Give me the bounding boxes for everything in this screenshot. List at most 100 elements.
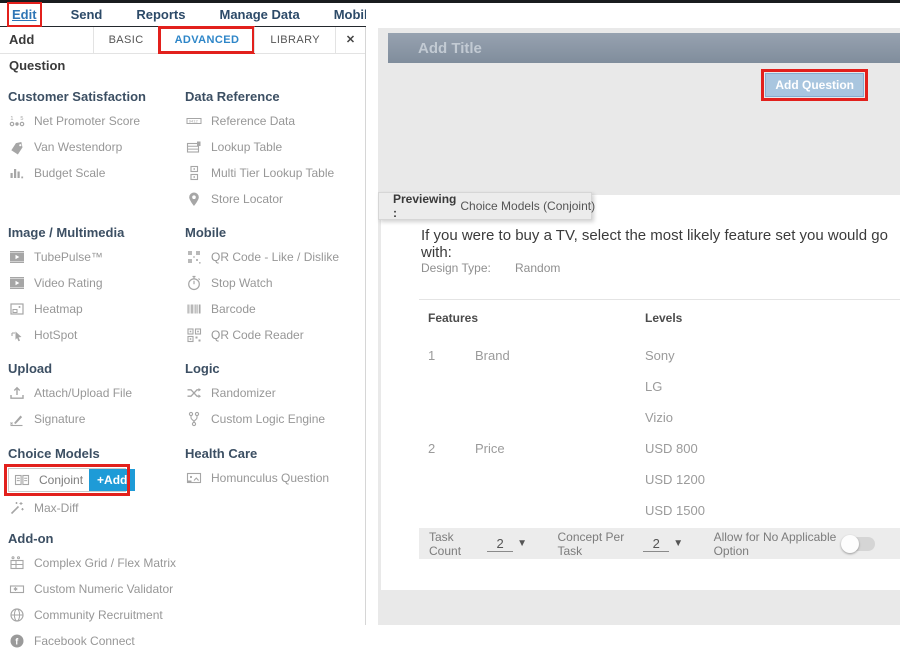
library-item-label: Lookup Table bbox=[211, 140, 282, 154]
library-item-label: Van Westendorp bbox=[34, 140, 122, 154]
level-value: LG bbox=[645, 379, 662, 394]
divider bbox=[419, 299, 900, 300]
qr-reader-icon bbox=[185, 327, 203, 343]
survey-canvas: Add Title Add Question Previewing : Choi… bbox=[378, 28, 900, 625]
facebook-icon: f bbox=[8, 633, 26, 649]
section-title-choice-models: Choice Models bbox=[8, 446, 180, 461]
library-item-custom-logic-engine[interactable]: Custom Logic Engine bbox=[185, 409, 363, 429]
library-item-label: Net Promoter Score bbox=[34, 114, 140, 128]
library-column-right: Data Reference9412Reference DataLookup T… bbox=[185, 54, 363, 625]
library-item-stop-watch[interactable]: Stop Watch bbox=[185, 273, 363, 293]
library-item-store-locator[interactable]: Store Locator bbox=[185, 189, 363, 209]
library-item-randomizer[interactable]: Randomizer bbox=[185, 383, 363, 403]
signature-icon bbox=[8, 411, 26, 427]
chevron-down-icon[interactable]: ▼ bbox=[673, 538, 683, 549]
section-data-reference: Data Reference9412Reference DataLookup T… bbox=[185, 89, 363, 215]
level-value: USD 800 bbox=[645, 441, 698, 456]
wand-icon bbox=[8, 500, 26, 516]
section-title-health-care: Health Care bbox=[185, 446, 363, 461]
concept-per-task-select[interactable]: 2 bbox=[643, 536, 669, 552]
section-title-mobile: Mobile bbox=[185, 225, 363, 240]
library-item-attach-upload-file[interactable]: Attach/Upload File bbox=[8, 383, 180, 403]
svg-text:9412: 9412 bbox=[189, 119, 199, 124]
library-item-signature[interactable]: Signature bbox=[8, 409, 180, 429]
feature-number: 2 bbox=[428, 441, 435, 456]
library-item-qr-code-reader[interactable]: QR Code Reader bbox=[185, 325, 363, 345]
library-item-barcode[interactable]: Barcode bbox=[185, 299, 363, 319]
library-item-net-promoter-score[interactable]: 1 5 Net Promoter Score bbox=[8, 111, 180, 131]
add-question-panel: Add Question BASIC ADVANCED LIBRARY ✕ Cu… bbox=[0, 27, 366, 625]
library-item-community-recruitment[interactable]: Community Recruitment bbox=[8, 605, 180, 625]
tab-library[interactable]: LIBRARY bbox=[254, 27, 335, 53]
library-item-custom-numeric-validator[interactable]: ✱Custom Numeric Validator bbox=[8, 579, 180, 599]
section-customer-satisfaction: Customer Satisfaction 1 5 Net Promoter Scor… bbox=[8, 89, 180, 189]
add-question-button[interactable]: Add Question bbox=[765, 73, 864, 97]
section-image-multimedia: Image / MultimediaTubePulse™Video Rating… bbox=[8, 225, 180, 351]
section-title-add-on: Add-on bbox=[8, 531, 180, 546]
tab-advanced[interactable]: ADVANCED bbox=[159, 27, 255, 53]
close-icon[interactable]: ✕ bbox=[335, 27, 365, 53]
library-item-hotspot[interactable]: HotSpot bbox=[8, 325, 180, 345]
nav-item-send[interactable]: Send bbox=[71, 7, 103, 22]
multi-tier-icon bbox=[185, 165, 203, 181]
library-item-homunculus-question[interactable]: Homunculus Question bbox=[185, 468, 363, 488]
nav-item-reports[interactable]: Reports bbox=[136, 7, 185, 22]
svg-text:1: 1 bbox=[10, 116, 13, 122]
numeric-icon: ✱ bbox=[8, 581, 26, 597]
library-item-label: QR Code Reader bbox=[211, 328, 304, 342]
question-preview-panel: If you were to buy a TV, select the most… bbox=[381, 195, 900, 590]
library-item-label: Randomizer bbox=[211, 386, 276, 400]
library-item-qr-code-like-dislike[interactable]: QR Code - Like / Dislike bbox=[185, 247, 363, 267]
library-item-label: Stop Watch bbox=[211, 276, 273, 290]
tab-basic[interactable]: BASIC bbox=[93, 27, 159, 53]
add-conjoint-button[interactable]: +Add bbox=[89, 469, 135, 491]
levels-column-header: Levels bbox=[645, 311, 682, 325]
section-add-on: Add-on Complex Grid / Flex Matrix ✱Custom … bbox=[8, 531, 180, 657]
previewing-value: Choice Models (Conjoint) bbox=[460, 199, 595, 213]
no-applicable-option-label: Allow for No Applicable Option bbox=[714, 530, 843, 558]
section-title-upload: Upload bbox=[8, 361, 180, 376]
level-value: USD 1500 bbox=[645, 503, 705, 518]
stopwatch-icon bbox=[185, 275, 203, 291]
library-item-label: Store Locator bbox=[211, 192, 283, 206]
nav-item-manage-data[interactable]: Manage Data bbox=[219, 7, 299, 22]
chevron-down-icon[interactable]: ▼ bbox=[517, 538, 527, 549]
nav-item-edit[interactable]: Edit bbox=[12, 7, 37, 22]
feature-name: Brand bbox=[475, 348, 510, 363]
library-item-label: Multi Tier Lookup Table bbox=[211, 166, 334, 180]
library-item-label: Reference Data bbox=[211, 114, 295, 128]
library-item-facebook-connect[interactable]: f Facebook Connect bbox=[8, 631, 180, 651]
library-item-label: HotSpot bbox=[34, 328, 77, 342]
library-item-label: Conjoint bbox=[39, 473, 83, 487]
library-item-tubepulse[interactable]: TubePulse™ bbox=[8, 247, 180, 267]
library-item-conjoint[interactable]: Conjoint+Add bbox=[8, 468, 126, 492]
no-applicable-option-toggle[interactable] bbox=[843, 537, 875, 551]
homunculus-icon bbox=[185, 470, 203, 486]
conjoint-icon bbox=[13, 472, 31, 488]
level-value: Vizio bbox=[645, 410, 673, 425]
features-column-header: Features bbox=[428, 311, 478, 325]
library-item-budget-scale[interactable]: Budget Scale bbox=[8, 163, 180, 183]
level-value: Sony bbox=[645, 348, 675, 363]
library-item-heatmap[interactable]: Heatmap bbox=[8, 299, 180, 319]
library-column-left: Customer Satisfaction 1 5 Net Promoter Scor… bbox=[8, 54, 180, 625]
library-item-video-rating[interactable]: Video Rating bbox=[8, 273, 180, 293]
reference-data-icon: 9412 bbox=[185, 113, 203, 129]
section-upload: Upload Attach/Upload File Signature bbox=[8, 361, 180, 435]
map-pin-icon bbox=[185, 191, 203, 207]
library-item-max-diff[interactable]: Max-Diff bbox=[8, 498, 180, 518]
svg-text:5: 5 bbox=[20, 116, 23, 122]
library-item-label: Budget Scale bbox=[34, 166, 105, 180]
library-item-van-westendorp[interactable]: Van Westendorp bbox=[8, 137, 180, 157]
library-item-reference-data[interactable]: 9412 Reference Data bbox=[185, 111, 363, 131]
library-item-label: TubePulse™ bbox=[34, 250, 103, 264]
library-item-lookup-table[interactable]: Lookup Table bbox=[185, 137, 363, 157]
task-count-select[interactable]: 2 bbox=[487, 536, 513, 552]
survey-title-bar[interactable]: Add Title bbox=[388, 33, 900, 63]
library-item-label: Facebook Connect bbox=[34, 634, 135, 648]
library-item-label: Video Rating bbox=[34, 276, 103, 290]
library-item-complex-grid-flex-matrix[interactable]: Complex Grid / Flex Matrix bbox=[8, 553, 180, 573]
section-title-customer-satisfaction: Customer Satisfaction bbox=[8, 89, 180, 104]
library-item-multi-tier-lookup-table[interactable]: Multi Tier Lookup Table bbox=[185, 163, 363, 183]
panel-title: Add Question bbox=[0, 27, 93, 53]
